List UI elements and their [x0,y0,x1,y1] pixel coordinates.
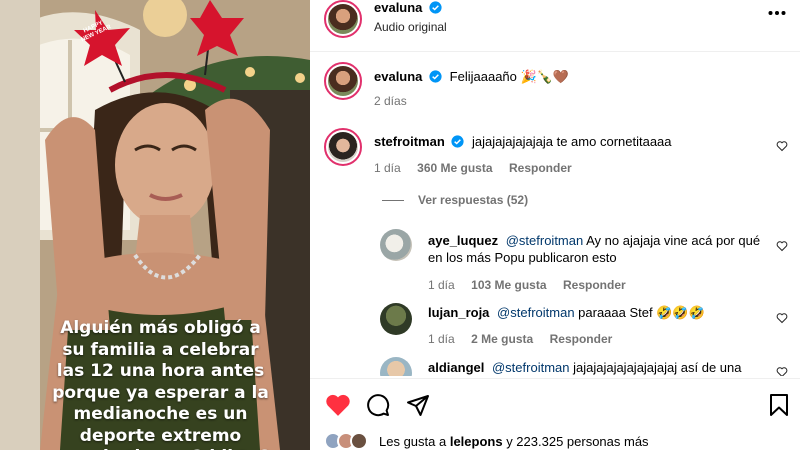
comment-avatar[interactable] [324,128,362,166]
view-replies-label[interactable]: Ver respuestas (52) [418,193,528,207]
reply-like-icon[interactable] [776,312,788,324]
reply-like-icon[interactable] [776,366,788,376]
author-username[interactable]: evaluna [374,0,442,15]
view-replies-button[interactable]: Ver respuestas (52) [382,193,528,207]
actions-divider [310,378,800,379]
reply-line: aldiangel @stefroitman jajajajajajajajaj… [428,359,778,376]
comment-like-icon[interactable] [776,140,788,152]
heart-filled-icon[interactable] [325,393,351,417]
likes-user[interactable]: lelepons [450,434,503,449]
header-divider [310,51,800,52]
reply-time[interactable]: 1 día [428,278,455,292]
comment-icon[interactable] [366,393,390,417]
reply-time[interactable]: 1 día [428,332,455,346]
reply-avatar[interactable] [380,303,412,335]
likes-prefix: Les gusta a [379,434,450,449]
comment-username[interactable]: stefroitman [374,134,445,149]
likes-summary: Les gusta a lelepons y 223.325 personas … [379,434,649,449]
verified-badge-icon [429,70,442,83]
reply-meta: 1 día 103 Me gusta Responder [428,276,626,294]
comment-text: jajajajajajajaja te amo cornetitaaaa [472,134,672,149]
reply-username[interactable]: aldiangel [428,360,484,375]
caption-avatar[interactable] [324,62,362,100]
likes-suffix[interactable]: y 223.325 personas más [503,434,648,449]
post-panel: evaluna Audio original evaluna Felijaaaa… [310,0,800,450]
reply-mention[interactable]: @stefroitman [506,233,584,248]
author-avatar[interactable] [324,0,362,38]
reply-clip: aldiangel @stefroitman jajajajajajajajaj… [310,352,800,376]
send-icon[interactable] [406,393,430,417]
reply-text: jajajajajajajajajajaj así de una [569,360,742,375]
reply-reply-button[interactable]: Responder [563,278,626,292]
caption-time[interactable]: 2 días [374,94,407,108]
caption-line: evaluna Felijaaaaño 🎉🍾🤎 [374,68,569,85]
view-replies-line [382,199,404,201]
verified-badge-icon [429,1,442,14]
reply-mention[interactable]: @stefroitman [492,360,570,375]
media-caption: Alguién más obligó a su familia a celebr… [51,318,270,450]
reply-mention[interactable]: @stefroitman [497,305,575,320]
comment-likes[interactable]: 360 Me gusta [417,161,492,175]
comment-reply-button[interactable]: Responder [509,161,572,175]
reply-meta: 1 día 2 Me gusta Responder [428,330,612,348]
more-options-icon[interactable] [768,10,786,16]
reply-likes[interactable]: 2 Me gusta [471,332,533,346]
reply-like-icon[interactable] [776,240,788,252]
reply-reply-button[interactable]: Responder [550,332,613,346]
author-username-text[interactable]: evaluna [374,0,422,15]
audio-label[interactable]: Audio original [374,20,447,34]
post-media[interactable]: HAPPY NEW YEAR Alguién más obligó a su f… [0,0,310,450]
reply-likes[interactable]: 103 Me gusta [471,278,546,292]
liker-avatars[interactable] [324,432,376,450]
reply-text: paraaaa Stef 🤣🤣🤣 [574,305,705,320]
comment-time[interactable]: 1 día [374,161,401,175]
bookmark-icon[interactable] [769,393,789,417]
reply-line: aye_luquez @stefroitman Ay no ajajaja vi… [428,232,778,266]
reply-username[interactable]: lujan_roja [428,305,489,320]
comment-line: stefroitman jajajajajajajaja te amo corn… [374,133,672,150]
reply-avatar[interactable] [380,229,412,261]
reply-username[interactable]: aye_luquez [428,233,498,248]
caption-username[interactable]: evaluna [374,69,422,84]
comment-meta: 1 día 360 Me gusta Responder [374,159,572,177]
verified-badge-icon [451,135,465,148]
caption-text: Felijaaaaño 🎉🍾🤎 [449,69,570,84]
reply-avatar[interactable] [380,357,412,376]
reply-line: lujan_roja @stefroitman paraaaa Stef 🤣🤣🤣 [428,304,778,321]
